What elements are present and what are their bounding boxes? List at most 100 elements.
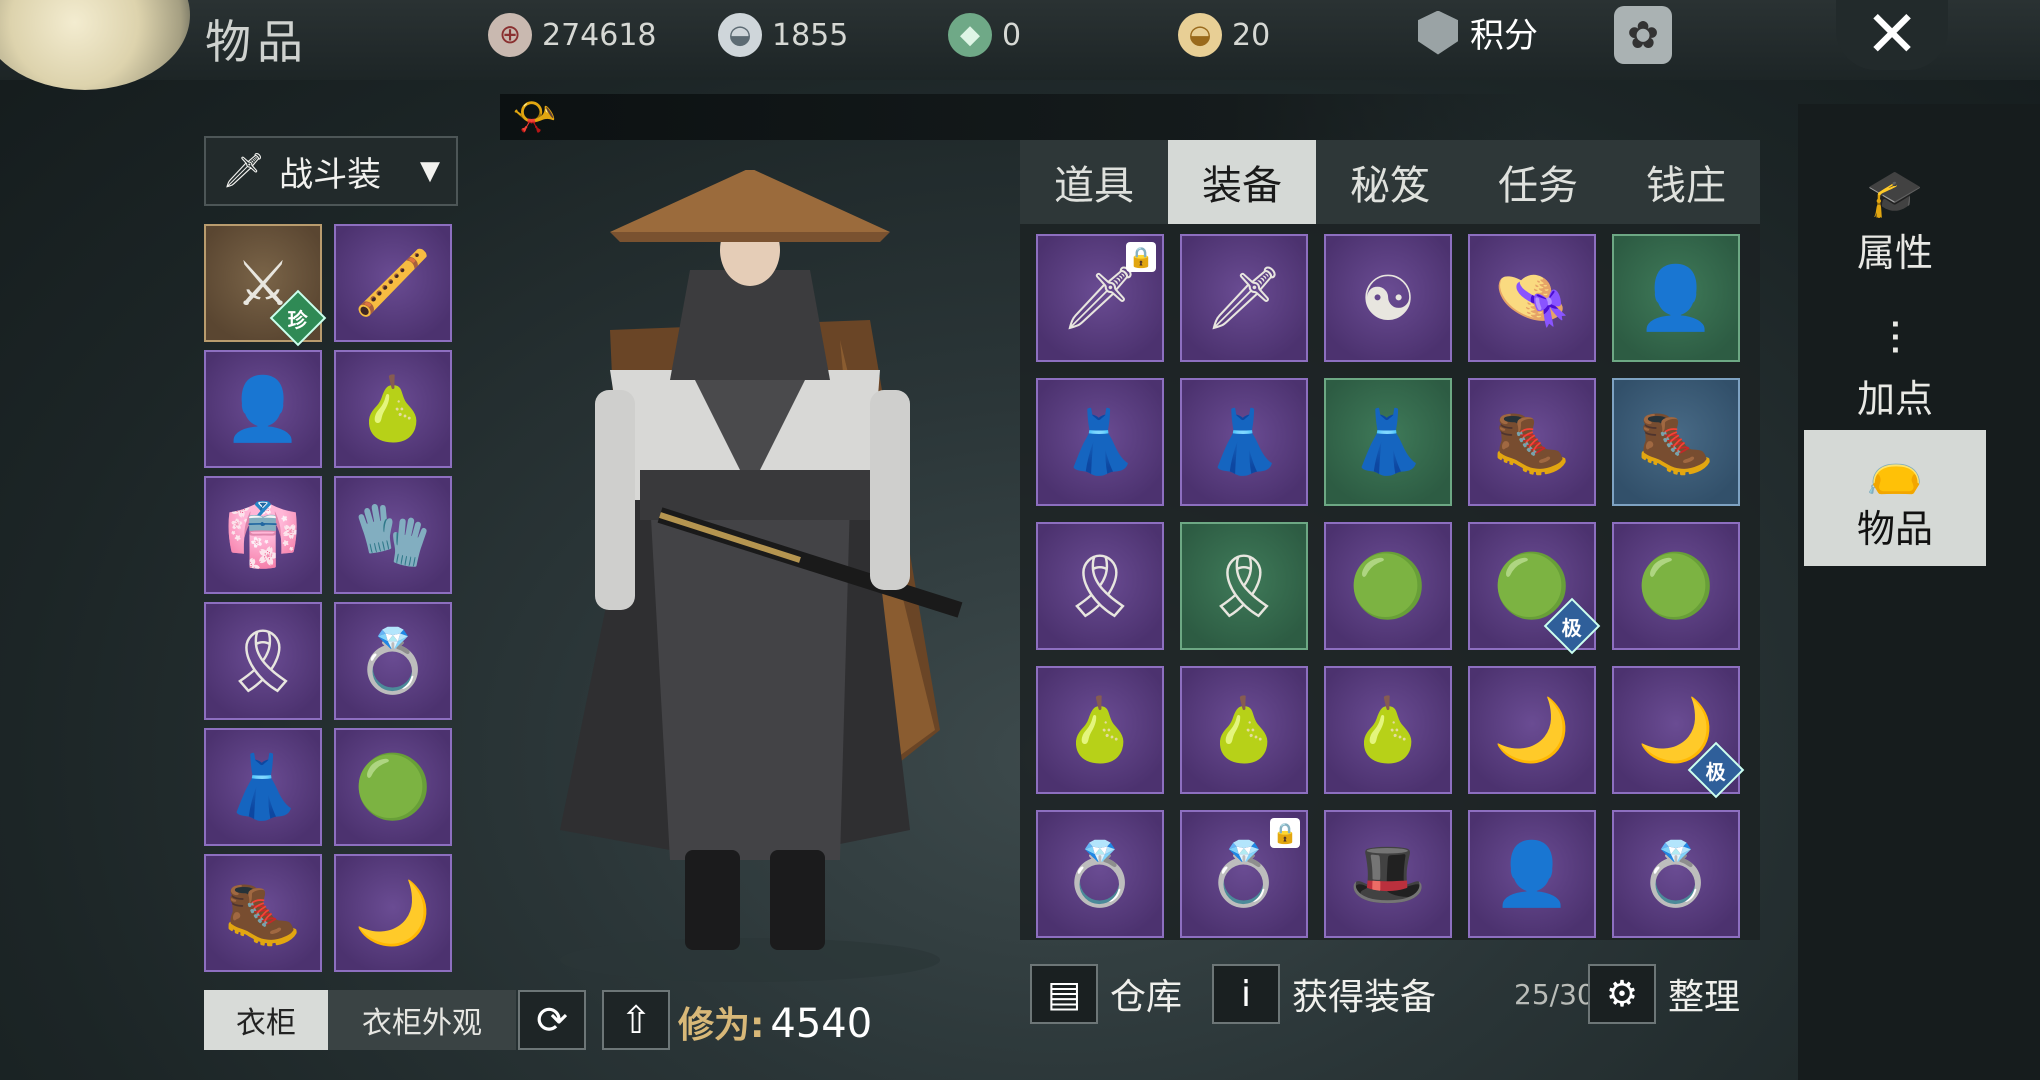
gear-icon: ⚙ xyxy=(1588,964,1656,1024)
tab-wardrobe-look[interactable]: 衣柜外观 xyxy=(328,990,516,1050)
equipped-slot-weapon-spear[interactable]: ⚔ 珍 xyxy=(204,224,327,347)
copper-coin-icon: ⊕ xyxy=(488,13,532,57)
bag-slot-armored-boots[interactable]: 🥾 xyxy=(1468,378,1596,506)
silver-ingot-icon: ◒ xyxy=(718,13,762,57)
crescent-pendant-1-icon: 🌙 xyxy=(1493,693,1571,766)
face-portrait-icon: 👤 xyxy=(224,372,302,445)
lower-skirt-icon: 👗 xyxy=(224,750,302,823)
jade-pendant-2-icon: 🍐 xyxy=(1205,693,1283,766)
swap-button[interactable]: ⟳ xyxy=(518,990,586,1050)
bag-slot-straw-hat-head[interactable]: 👒 xyxy=(1468,234,1596,362)
swirl-icon[interactable]: ✿ xyxy=(1614,6,1672,64)
currency-silver[interactable]: ◒ 1855 xyxy=(718,10,848,60)
nav-attributes[interactable]: 🎓 属性 xyxy=(1804,154,1986,290)
outfit-dropdown[interactable]: 🗡 战斗装 ▼ xyxy=(204,136,458,206)
currency-gold[interactable]: ◒ 20 xyxy=(1178,10,1270,60)
equipped-slot-jade-ring[interactable]: 🟢 xyxy=(334,728,452,846)
cultivation-value: 4540 xyxy=(770,1001,873,1047)
jade-bracelets-1-icon: 💍 xyxy=(1061,837,1139,910)
tab-manuals[interactable]: 秘笈 xyxy=(1316,140,1464,224)
dark-hat-head-icon: 🎩 xyxy=(1349,837,1427,910)
equipped-slot-jade-bracelets[interactable]: 💍 xyxy=(334,602,452,720)
bag-slot-jade-pendant-2[interactable]: 🍐 xyxy=(1180,666,1308,794)
jade-ticket-icon: ◆ xyxy=(948,13,992,57)
currency-copper[interactable]: ⊕ 274618 xyxy=(488,10,657,60)
bag-slot-crescent-pendant-1[interactable]: 🌙 xyxy=(1468,666,1596,794)
upgrade-button[interactable]: ⇧ xyxy=(602,990,670,1050)
currency-jade-ticket[interactable]: ◆ 0 xyxy=(948,10,1021,60)
jeweled-belt-icon: 🎗 xyxy=(1204,549,1284,622)
bag-slot-spear[interactable]: 🗡 🔒 xyxy=(1036,234,1164,362)
bag-slot-golden-sword[interactable]: 🗡 xyxy=(1180,234,1308,362)
close-button[interactable]: ✕ xyxy=(1836,0,1948,72)
bag-slot-face-head[interactable]: 👤 xyxy=(1612,234,1740,362)
bag-slot-white-bracelets[interactable]: 💍 🔒 xyxy=(1180,810,1308,938)
tab-wardrobe[interactable]: 衣柜 xyxy=(204,990,328,1050)
bag-slot-iron-belt[interactable]: 🎗 xyxy=(1036,522,1164,650)
bag-slot-jeweled-belt[interactable]: 🎗 xyxy=(1180,522,1308,650)
obtain-equipment-button[interactable]: i 获得装备 xyxy=(1212,964,1436,1024)
inventory-capacity: 25/30 xyxy=(1514,978,1595,1011)
bag-slot-jade-bracelets-1[interactable]: 💍 xyxy=(1036,810,1164,938)
bag-slot-crescent-pendant-2[interactable]: 🌙 极 xyxy=(1612,666,1745,799)
bag-slot-jade-ring-2[interactable]: 🟢 极 xyxy=(1468,522,1601,655)
sort-label: 整理 xyxy=(1668,977,1741,1018)
bag-slot-jade-bracelets-2[interactable]: 💍 xyxy=(1612,810,1740,938)
inventory-tabs: 道具 装备 秘笈 任务 钱庄 xyxy=(1020,140,1760,224)
points-button[interactable]: 积分 xyxy=(1418,8,1538,57)
equipped-slot-crescent-pendant[interactable]: 🌙 xyxy=(334,854,452,972)
white-bracelets-icon: 💍 xyxy=(1205,837,1283,910)
spear-icon: 🗡 xyxy=(1060,261,1140,334)
tab-equipment[interactable]: 装备 xyxy=(1168,140,1316,224)
boots-icon: 🥾 xyxy=(224,876,302,949)
jade-bracelets-2-icon: 💍 xyxy=(1637,837,1715,910)
nav-label: 加点 xyxy=(1856,376,1933,421)
currency-value: 0 xyxy=(1002,17,1022,53)
equipped-slot-face-portrait[interactable]: 👤 xyxy=(204,350,322,468)
bag-slot-blue-robe-skirt[interactable]: 👗 xyxy=(1324,378,1452,506)
bag-slot-jade-ring-3[interactable]: 🟢 xyxy=(1612,522,1740,650)
bag-slot-blue-skirt[interactable]: 👗 xyxy=(1036,378,1164,506)
equipped-slot-lower-skirt[interactable]: 👗 xyxy=(204,728,322,846)
lock-icon: 🔒 xyxy=(1126,242,1156,272)
bag-slot-jade-pendant-3[interactable]: 🍐 xyxy=(1324,666,1452,794)
currency-value: 20 xyxy=(1232,17,1271,53)
bag-slot-taiji-bracer[interactable]: ☯ xyxy=(1324,234,1452,362)
grade-badge-text: 珍 xyxy=(288,307,308,332)
nav-add-points[interactable]: ⫶ 加点 xyxy=(1804,300,1986,436)
equipped-slot-gauntlet[interactable]: 🧤 xyxy=(334,476,452,594)
jade-pendant-1-icon: 🍐 xyxy=(1061,693,1139,766)
face-head-icon: 👤 xyxy=(1637,261,1715,334)
equipped-slot-weapon-flute[interactable]: 🪈 xyxy=(334,224,452,342)
equipped-slot-belt[interactable]: 🎗 xyxy=(204,602,322,720)
page-title: 物品 xyxy=(205,15,309,69)
bag-slot-face-head-2[interactable]: 👤 xyxy=(1468,810,1596,938)
straw-hat-head-icon: 👒 xyxy=(1493,261,1571,334)
nav-items[interactable]: 👝 物品 xyxy=(1804,430,1986,566)
bag-slot-steel-boots[interactable]: 🥾 xyxy=(1612,378,1740,506)
tab-bank[interactable]: 钱庄 xyxy=(1612,140,1760,224)
message-bar[interactable] xyxy=(500,94,1540,140)
warehouse-button[interactable]: ▤ 仓库 xyxy=(1030,964,1182,1024)
cultivation-label: 修为: xyxy=(678,1005,765,1046)
tab-quests[interactable]: 任务 xyxy=(1464,140,1612,224)
tab-props[interactable]: 道具 xyxy=(1020,140,1168,224)
character-model[interactable] xyxy=(540,170,980,990)
wardrobe-tabs: 衣柜 衣柜外观 xyxy=(204,990,516,1050)
face-head-2-icon: 👤 xyxy=(1493,837,1571,910)
side-nav: 🎓 属性 ⫶ 加点 👝 物品 xyxy=(1798,104,2040,1080)
shield-icon xyxy=(1418,10,1458,55)
pouch-icon: 👝 xyxy=(1866,441,1924,496)
bag-slot-white-skirt[interactable]: 👗 xyxy=(1180,378,1308,506)
sort-button[interactable]: ⚙ 整理 xyxy=(1588,964,1740,1024)
golden-sword-icon: 🗡 xyxy=(1204,261,1284,334)
equipped-slot-boots[interactable]: 🥾 xyxy=(204,854,322,972)
info-icon: i xyxy=(1212,964,1280,1024)
bag-slot-jade-pendant-1[interactable]: 🍐 xyxy=(1036,666,1164,794)
bag-slot-dark-hat-head[interactable]: 🎩 xyxy=(1324,810,1452,938)
equipped-slot-upper-armor[interactable]: 👘 xyxy=(204,476,322,594)
chevron-down-icon: ▼ xyxy=(420,156,440,186)
jade-ring-3-icon: 🟢 xyxy=(1637,549,1715,622)
equipped-slot-jade-pendant[interactable]: 🍐 xyxy=(334,350,452,468)
bag-slot-jade-ring-1[interactable]: 🟢 xyxy=(1324,522,1452,650)
